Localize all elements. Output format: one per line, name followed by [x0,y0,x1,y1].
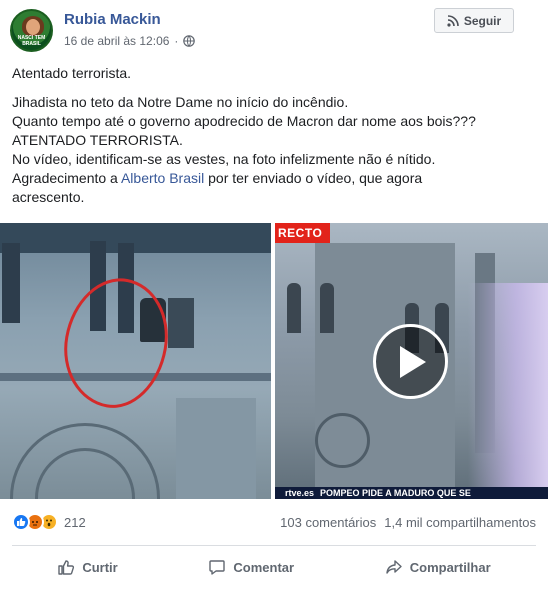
window-column [168,298,194,348]
post-text-line: Jihadista no teto da Notre Dame no iníci… [12,94,349,110]
author-name[interactable]: Rubia Mackin [64,11,161,28]
wall-block [176,398,256,499]
post-text-line: ATENTADO TERRORISTA. [12,132,183,148]
facebook-post: NASCI TEM BRASIL Rubia Mackin 16 de abri… [0,0,548,589]
photo-top-shadow [0,223,271,253]
post-text-body: Jihadista no teto da Notre Dame no iníci… [12,93,537,207]
post-text-segment: Agradecimento a [12,170,121,186]
reactions-summary[interactable]: 212 [12,513,86,531]
avatar-face [26,19,40,35]
live-overlay-label: RECTO [275,223,330,243]
post-timestamp[interactable]: 16 de abril às 12:06 [64,34,169,48]
thumbs-up-icon [17,518,26,526]
post-text-segment: por ter enviado o vídeo, que agora [204,170,423,186]
ticker-text: POMPEO PIDE A MADURO QUE SE [320,488,471,498]
engagement-stats: 103 comentários 1,4 mil compartilhamento… [280,515,536,530]
video-right[interactable]: RECTO rtve.es POMPEO PIDE A MADURO QUE SE [275,223,548,499]
news-ticker: rtve.es POMPEO PIDE A MADURO QUE SE [275,487,548,499]
share-icon [386,560,402,574]
shares-count-link[interactable]: 1,4 mil compartilhamentos [384,515,536,530]
avatar[interactable]: NASCI TEM BRASIL [10,9,53,52]
avatar-ring-text: NASCI TEM BRASIL [17,35,46,47]
smoke-cloud [468,283,548,499]
reaction-count: 212 [64,514,86,530]
like-reaction-icon [12,513,30,531]
follow-button[interactable]: Seguir [434,8,514,33]
wow-face-icon [46,519,52,527]
globe-icon[interactable] [183,35,196,47]
follow-label: Seguir [463,13,502,28]
rss-icon [447,14,459,27]
comment-button[interactable]: Comentar [208,552,294,582]
like-label: Curtir [82,559,118,575]
share-label: Compartilhar [409,559,491,575]
red-highlight-circle [54,270,178,416]
angry-face-icon [32,521,38,526]
play-button[interactable] [373,324,448,399]
ticker-logo: rtve.es [285,488,315,498]
comment-icon [209,560,226,575]
comment-label: Comentar [233,559,295,575]
thumbs-up-icon [58,560,75,575]
photo-left[interactable] [0,223,271,499]
post-meta: 16 de abril às 12:06 · [64,34,196,48]
footer-divider [12,545,536,546]
play-icon [400,346,426,378]
window-column [2,243,20,323]
comments-count-link[interactable]: 103 comentários [280,515,376,530]
post-text-line: Agradecimento a Alberto Brasil por ter e… [12,169,537,188]
tower-window [287,283,301,333]
post-text-line: No vídeo, identificam-se as vestes, na f… [12,151,436,167]
rose-window [315,413,370,468]
share-button[interactable]: Compartilhar [385,552,491,582]
mention-link[interactable]: Alberto Brasil [121,170,204,186]
post-actions-bar: Curtir Comentar Compartilhar [12,552,536,582]
post-text-line: Atentado terrorista. [12,65,132,81]
post-text-line: Quanto tempo até o governo apodrecido de… [12,113,476,129]
meta-separator: · [174,34,179,48]
tower-window [320,283,334,333]
post-text-line: acrescento. [12,189,85,205]
like-button[interactable]: Curtir [57,552,118,582]
